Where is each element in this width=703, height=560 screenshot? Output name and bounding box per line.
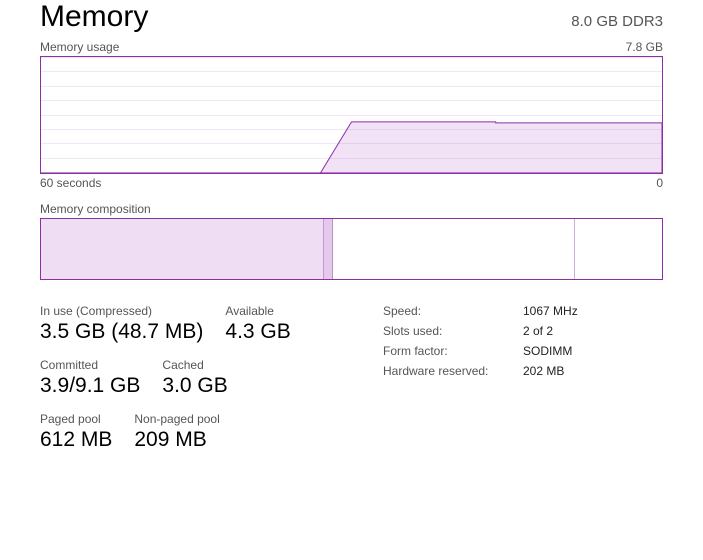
info-form-factor: Form factor: SODIMM (383, 344, 663, 358)
stat-non-paged-pool-value: 209 MB (134, 428, 219, 452)
stats-right-column: Speed: 1067 MHz Slots used: 2 of 2 Form … (383, 304, 663, 384)
stat-committed-label: Committed (40, 358, 140, 372)
stat-committed: Committed 3.9/9.1 GB (40, 358, 140, 398)
stat-cached: Cached 3.0 GB (162, 358, 227, 398)
info-slots: Slots used: 2 of 2 (383, 324, 663, 338)
memory-composition-chart (40, 218, 663, 280)
stat-non-paged-pool-label: Non-paged pool (134, 412, 219, 426)
info-hw-reserved-label: Hardware reserved: (383, 364, 523, 378)
usage-chart-xmin: 0 (656, 176, 663, 190)
stat-paged-pool-value: 612 MB (40, 428, 112, 452)
info-form-factor-value: SODIMM (523, 344, 572, 358)
usage-chart-ymax: 7.8 GB (626, 40, 663, 54)
memory-capacity: 8.0 GB DDR3 (571, 13, 663, 30)
stat-cached-value: 3.0 GB (162, 374, 227, 398)
stat-paged-pool-label: Paged pool (40, 412, 112, 426)
composition-modified (324, 219, 333, 279)
stat-non-paged-pool: Non-paged pool 209 MB (134, 412, 219, 452)
stat-paged-pool: Paged pool 612 MB (40, 412, 112, 452)
info-speed-value: 1067 MHz (523, 304, 578, 318)
info-slots-label: Slots used: (383, 324, 523, 338)
composition-free (575, 219, 662, 279)
stat-in-use-label: In use (Compressed) (40, 304, 203, 318)
stat-committed-value: 3.9/9.1 GB (40, 374, 140, 398)
composition-chart-title: Memory composition (40, 202, 151, 216)
info-hw-reserved: Hardware reserved: 202 MB (383, 364, 663, 378)
stat-in-use-value: 3.5 GB (48.7 MB) (40, 320, 203, 344)
stats-left-column: In use (Compressed) 3.5 GB (48.7 MB) Ava… (40, 304, 353, 466)
stat-available: Available 4.3 GB (225, 304, 290, 344)
info-speed: Speed: 1067 MHz (383, 304, 663, 318)
info-hw-reserved-value: 202 MB (523, 364, 564, 378)
memory-usage-chart (40, 56, 663, 174)
info-slots-value: 2 of 2 (523, 324, 553, 338)
info-speed-label: Speed: (383, 304, 523, 318)
usage-chart-xmax: 60 seconds (40, 176, 101, 190)
stat-cached-label: Cached (162, 358, 227, 372)
page-title: Memory (40, 0, 148, 34)
composition-standby (333, 219, 575, 279)
usage-chart-area (41, 57, 662, 173)
usage-chart-title: Memory usage (40, 40, 119, 54)
stat-available-value: 4.3 GB (225, 320, 290, 344)
composition-inuse (41, 219, 324, 279)
stat-in-use: In use (Compressed) 3.5 GB (48.7 MB) (40, 304, 203, 344)
info-form-factor-label: Form factor: (383, 344, 523, 358)
stat-available-label: Available (225, 304, 290, 318)
